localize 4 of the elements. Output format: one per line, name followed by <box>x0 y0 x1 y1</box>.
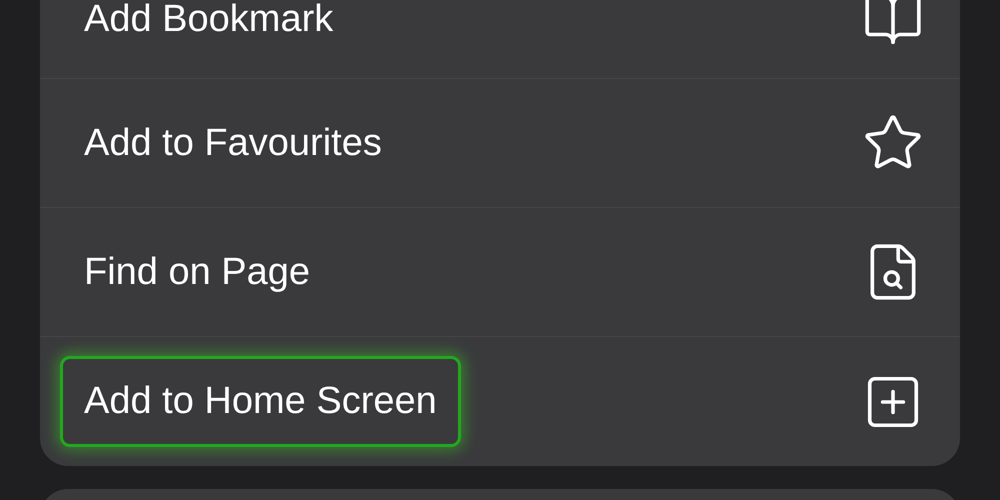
menu-item[interactable]: Add to Favourites <box>60 98 406 188</box>
menu-item[interactable]: Add to Home Screen <box>60 356 461 447</box>
menu-item[interactable]: Find on Page <box>60 226 334 318</box>
menu-item[interactable]: Add Bookmark <box>60 0 358 64</box>
